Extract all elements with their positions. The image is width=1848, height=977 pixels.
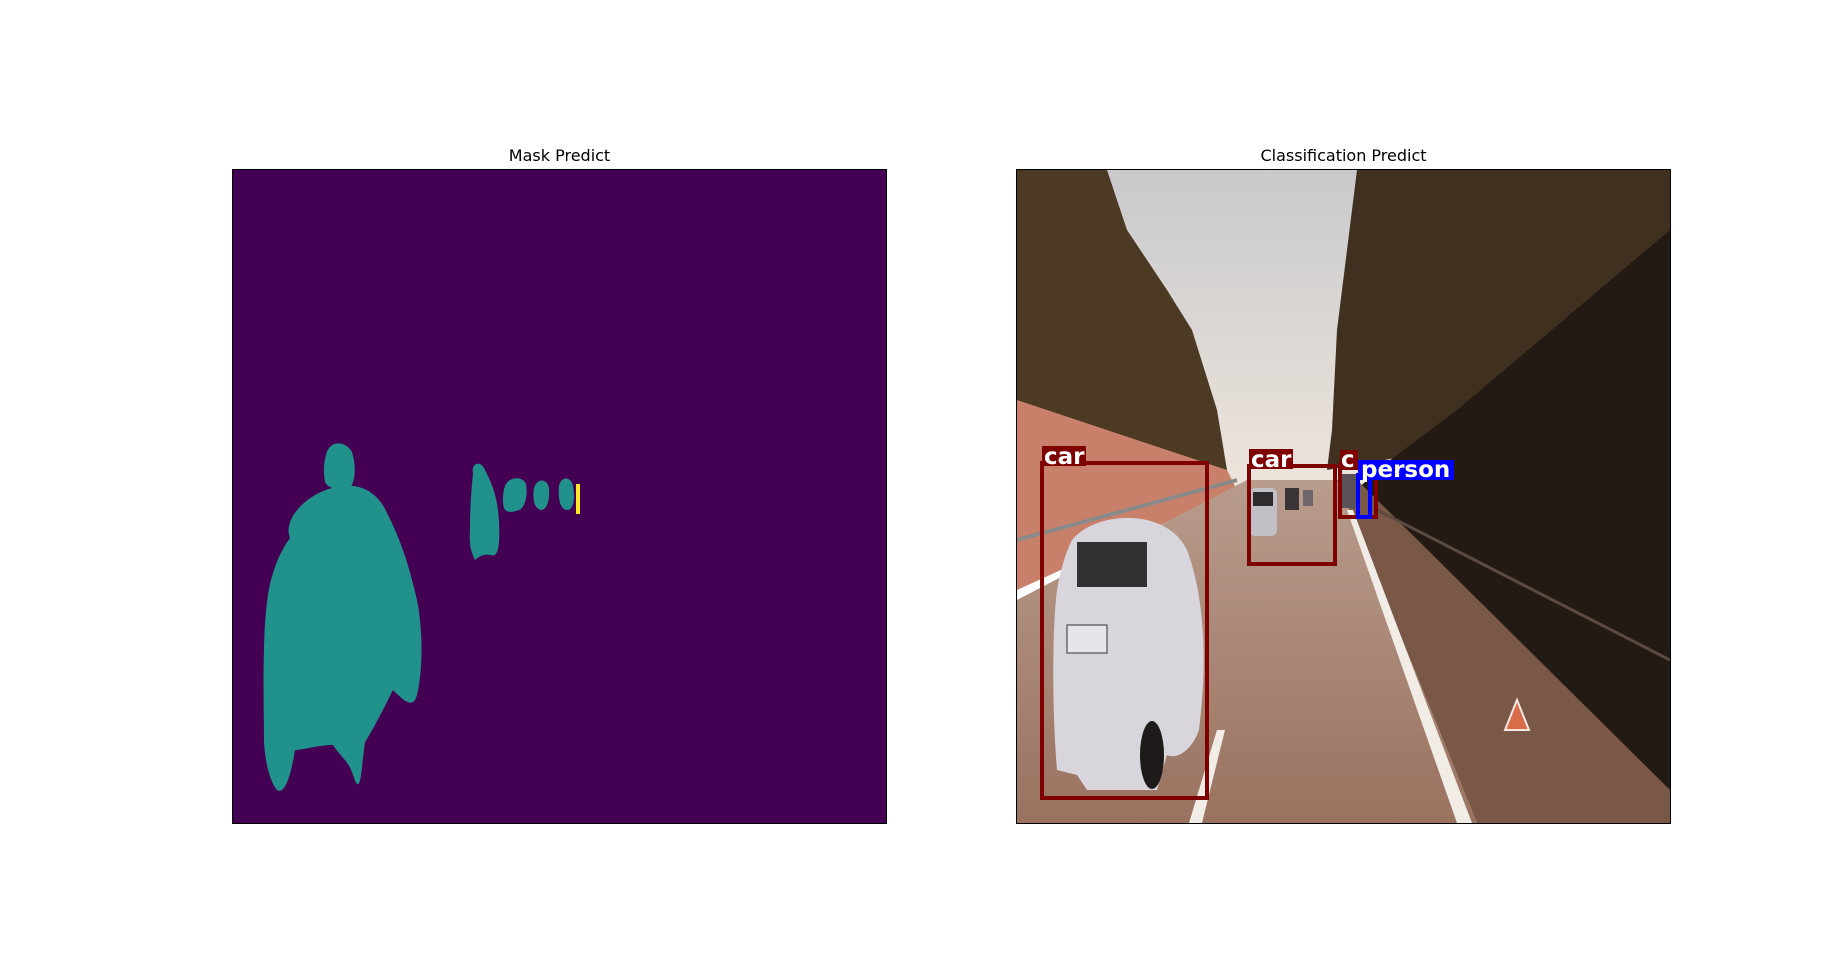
classification-predict-title: Classification Predict <box>1260 146 1427 165</box>
car-large-window <box>1077 542 1147 587</box>
detection-label-car-2: car <box>1251 447 1292 473</box>
mask-predict-title: Mask Predict <box>508 146 611 165</box>
car-mid-window <box>1253 492 1273 506</box>
detection-label-person: person <box>1361 457 1450 483</box>
car-far-2 <box>1303 490 1313 506</box>
mask-predict-panel <box>232 169 887 824</box>
mask-blob-small-top <box>323 443 355 490</box>
classification-predict-panel: car car c person <box>1016 169 1671 824</box>
car-large-plate <box>1066 624 1108 654</box>
detection-label-car-3: c <box>1341 447 1355 473</box>
car-large-wheel <box>1140 721 1164 789</box>
mask-image <box>233 170 886 823</box>
road-scene-image: car car c person <box>1017 170 1670 823</box>
mask-blob-small-3 <box>558 478 574 510</box>
detection-label-car-1: car <box>1044 444 1085 470</box>
car-far-1 <box>1285 488 1299 510</box>
mask-blob-yellow <box>576 484 580 514</box>
car-far-3 <box>1342 474 1356 508</box>
